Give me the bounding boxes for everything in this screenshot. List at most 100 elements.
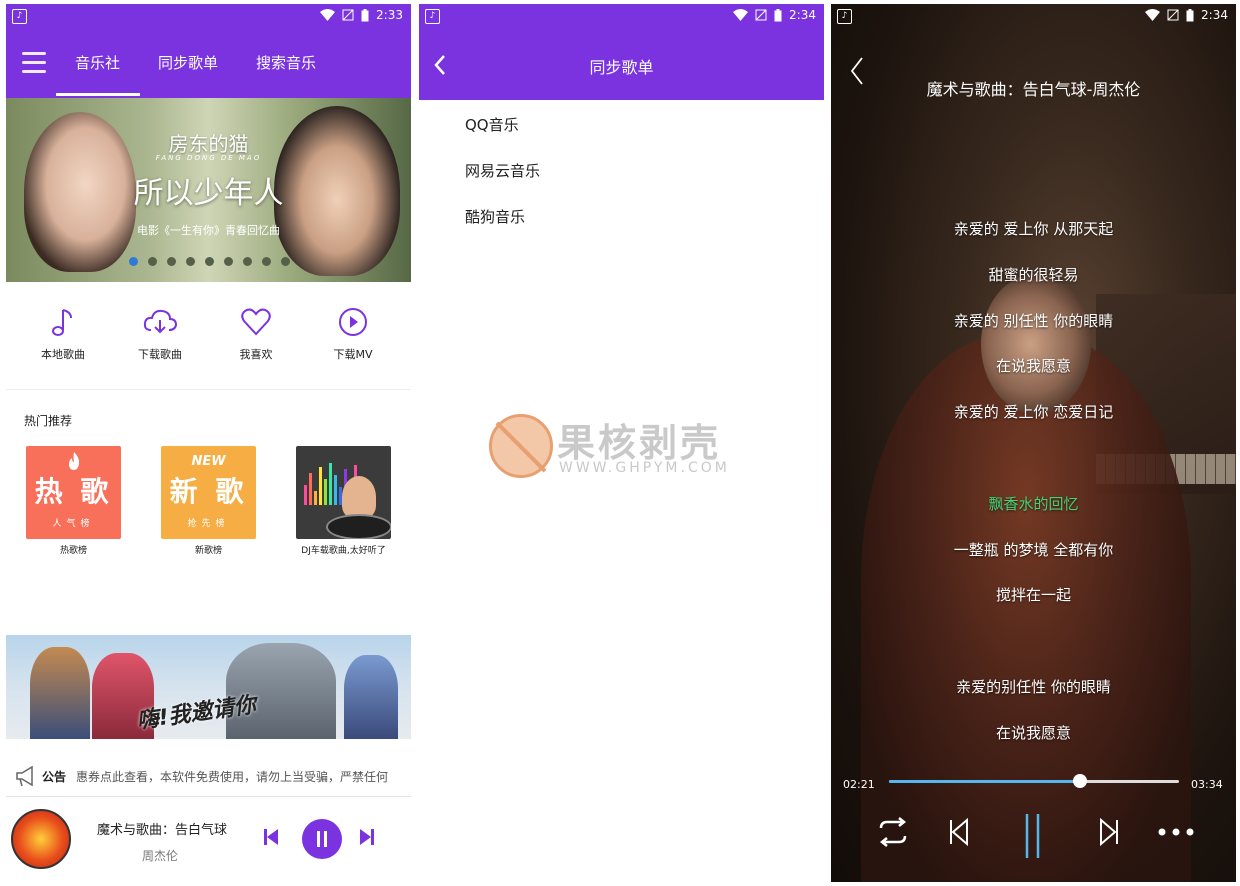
megaphone-icon	[16, 765, 33, 787]
cloud-download-icon	[143, 309, 178, 334]
status-time: 2:34	[789, 8, 816, 22]
app-notification-icon: ♪	[837, 9, 852, 24]
dj-songs-card[interactable]: DJ车载歌曲,太好听了	[296, 446, 391, 556]
local-songs-button[interactable]: 本地歌曲	[18, 306, 108, 362]
notice-label: 公告	[42, 770, 67, 784]
battery-icon	[774, 8, 782, 21]
total-duration: 03:34	[1191, 778, 1223, 791]
lyric-line: 在说我愿意	[995, 723, 1071, 742]
menu-icon[interactable]	[22, 52, 46, 74]
favorites-button[interactable]: 我喜欢	[211, 306, 301, 362]
heart-icon	[241, 308, 271, 336]
platform-item-qq-music[interactable]: QQ音乐	[465, 114, 519, 135]
status-bar: ♪ 2:33	[6, 4, 411, 28]
lyric-line: 搅拌在一起	[995, 586, 1071, 605]
next-track-icon[interactable]	[1097, 814, 1121, 850]
hot-songs-cover-text: 热 歌	[34, 475, 113, 508]
banner-dot[interactable]	[148, 257, 157, 266]
sync-playlist-screen: ♪ 2:34 同步歌单 QQ音乐 网易云音乐 酷狗音乐 果核剥壳 WWW.GHP…	[419, 4, 824, 882]
app-notification-icon: ♪	[425, 9, 440, 24]
lyric-line-current: 飘香水的回忆	[988, 494, 1079, 513]
platform-item-kugou-music[interactable]: 酷狗音乐	[465, 206, 525, 227]
section-divider	[6, 389, 411, 390]
favorites-label: 我喜欢	[239, 348, 273, 361]
hot-songs-card[interactable]: 热 歌 人气榜 热歌榜	[26, 446, 121, 556]
status-bar: ♪ 2:34	[419, 4, 824, 28]
lyric-line: 亲爱的别任性 你的眼睛	[956, 678, 1111, 696]
ad-character-1	[30, 647, 90, 739]
banner-dot[interactable]	[129, 257, 138, 266]
background-figure-head	[981, 274, 1091, 414]
lyric-line: 亲爱的 别任性 你的眼睛	[953, 311, 1114, 330]
lyric-line: 一整瓶 的梦境 全都有你	[953, 540, 1114, 559]
banner-dot[interactable]	[167, 257, 176, 266]
hot-songs-cover-subtext: 人气榜	[52, 519, 95, 529]
new-songs-cover-text: 新 歌	[169, 475, 248, 508]
banner-dot[interactable]	[224, 257, 233, 266]
banner-dot[interactable]	[205, 257, 214, 266]
lyric-line: 亲爱的 爱上你 从那天起	[953, 220, 1114, 238]
now-playing-title: 魔术与歌曲：告白气球	[97, 823, 228, 838]
new-songs-cover: NEW 新 歌 抢先榜	[161, 446, 256, 539]
watermark: 果核剥壳 WWW.GHPYM.COM	[489, 412, 759, 482]
app-notification-icon: ♪	[12, 9, 27, 24]
progress-bar[interactable]	[889, 774, 1179, 788]
ad-banner[interactable]: 嗨!我邀请你	[6, 635, 411, 739]
repeat-icon[interactable]	[875, 814, 911, 850]
notice-text: 惠券点此查看，本软件免费使用，请勿上当受骗，严禁任何	[76, 770, 389, 784]
dj-songs-cover	[296, 446, 391, 539]
album-art[interactable]	[11, 809, 71, 869]
no-signal-icon	[1167, 9, 1179, 21]
banner-dot[interactable]	[243, 257, 252, 266]
banner-dot[interactable]	[281, 257, 290, 266]
flame-icon	[69, 452, 80, 470]
lyric-line: 在说我愿意	[995, 357, 1071, 376]
progress-fill	[889, 780, 1081, 783]
active-tab-indicator	[56, 93, 140, 96]
dj-songs-caption: DJ车载歌曲,太好听了	[301, 546, 386, 556]
wifi-icon	[1145, 9, 1161, 21]
download-songs-label: 下载歌曲	[138, 348, 182, 361]
top-app-bar: ♪ 2:34 同步歌单	[419, 4, 824, 100]
banner-artist-pinyin: FANG DONG DE MAO	[155, 154, 262, 162]
dj-figure	[342, 476, 376, 518]
download-mv-button[interactable]: 下载MV	[308, 306, 398, 362]
banner-pagination[interactable]	[129, 257, 290, 266]
banner-dot[interactable]	[262, 257, 271, 266]
page-title: 同步歌单	[589, 58, 654, 77]
watermark-url: WWW.GHPYM.COM	[559, 460, 730, 476]
hot-songs-cover: 热 歌 人气榜	[26, 446, 121, 539]
status-bar: ♪ 2:34	[831, 4, 1236, 28]
more-options-icon[interactable]	[1157, 814, 1195, 850]
banner-dot[interactable]	[186, 257, 195, 266]
pause-icon[interactable]	[1021, 814, 1045, 860]
elapsed-time: 02:21	[843, 778, 875, 791]
battery-icon	[1186, 8, 1194, 21]
platform-item-netease-music[interactable]: 网易云音乐	[465, 160, 540, 181]
lyrics-player-screen: ♪ 2:34 魔术与歌曲：告白气球-周杰伦 亲爱的 爱上你 从那天起 甜蜜的很轻易…	[831, 4, 1236, 882]
previous-track-icon[interactable]	[947, 814, 971, 850]
new-songs-card[interactable]: NEW 新 歌 抢先榜 新歌榜	[161, 446, 256, 556]
banner-caption: 电影《一生有你》青春回忆曲	[137, 224, 280, 237]
tab-music-club[interactable]: 音乐社	[75, 52, 120, 73]
mini-player[interactable]: 魔术与歌曲：告白气球 周杰伦	[6, 796, 411, 882]
featured-banner[interactable]: 房东的猫 FANG DONG DE MAO 所以少年人 电影《一生有你》青春回忆…	[6, 98, 411, 282]
tab-sync-playlist[interactable]: 同步歌单	[158, 52, 218, 73]
watermark-logo-icon	[489, 414, 553, 478]
tab-search-music[interactable]: 搜索音乐	[256, 52, 316, 73]
status-time: 2:33	[376, 8, 403, 22]
new-songs-caption: 新歌榜	[194, 546, 222, 556]
battery-icon	[361, 8, 369, 21]
music-home-screen: ♪ 2:33 音乐社 同步歌单 搜索音乐 房东的猫 FANG DONG DE M…	[6, 4, 411, 882]
now-playing-artist: 周杰伦	[142, 849, 179, 863]
banner-headline: 所以少年人	[133, 176, 284, 211]
previous-track-icon[interactable]	[264, 827, 278, 847]
hot-recommend-title: 热门推荐	[24, 414, 73, 428]
download-songs-button[interactable]: 下载歌曲	[115, 306, 205, 362]
next-track-icon[interactable]	[360, 827, 374, 847]
notice-bar[interactable]: 公告 惠券点此查看，本软件免费使用，请勿上当受骗，严禁任何	[6, 756, 411, 794]
pause-button[interactable]	[302, 819, 342, 859]
top-app-bar: ♪ 2:33 音乐社 同步歌单 搜索音乐	[6, 4, 411, 98]
song-title: 魔术与歌曲：告白气球-周杰伦	[926, 80, 1141, 99]
banner-artist: 房东的猫	[168, 132, 249, 156]
